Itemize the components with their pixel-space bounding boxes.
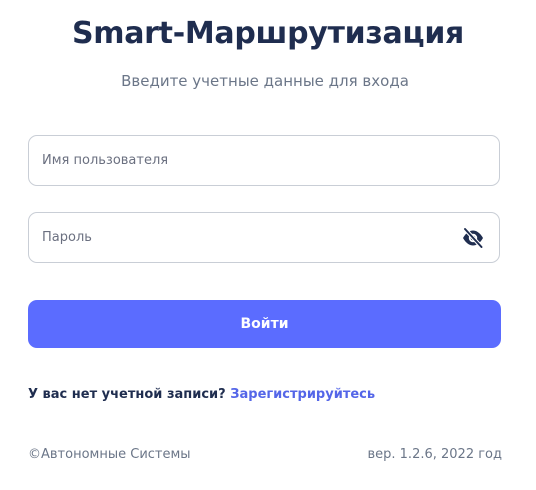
copyright-text: ©Автономные Системы — [28, 447, 191, 462]
register-prompt: У вас нет учетной записи? Зарегистрируйт… — [28, 387, 375, 402]
page-title: Smart-Маршрутизация — [71, 16, 465, 51]
password-field — [28, 212, 500, 263]
register-link[interactable]: Зарегистрируйтесь — [230, 387, 375, 402]
register-prompt-text: У вас нет учетной записи? — [28, 387, 226, 402]
login-button[interactable]: Войти — [28, 300, 501, 348]
username-input[interactable] — [42, 136, 462, 185]
eye-off-icon[interactable] — [461, 226, 485, 250]
login-page: Smart-Маршрутизация Введите учетные данн… — [0, 0, 536, 490]
password-input[interactable] — [42, 213, 462, 262]
username-field — [28, 135, 500, 186]
page-subtitle: Введите учетные данные для входа — [121, 72, 409, 90]
version-text: вер. 1.2.6, 2022 год — [367, 447, 502, 462]
